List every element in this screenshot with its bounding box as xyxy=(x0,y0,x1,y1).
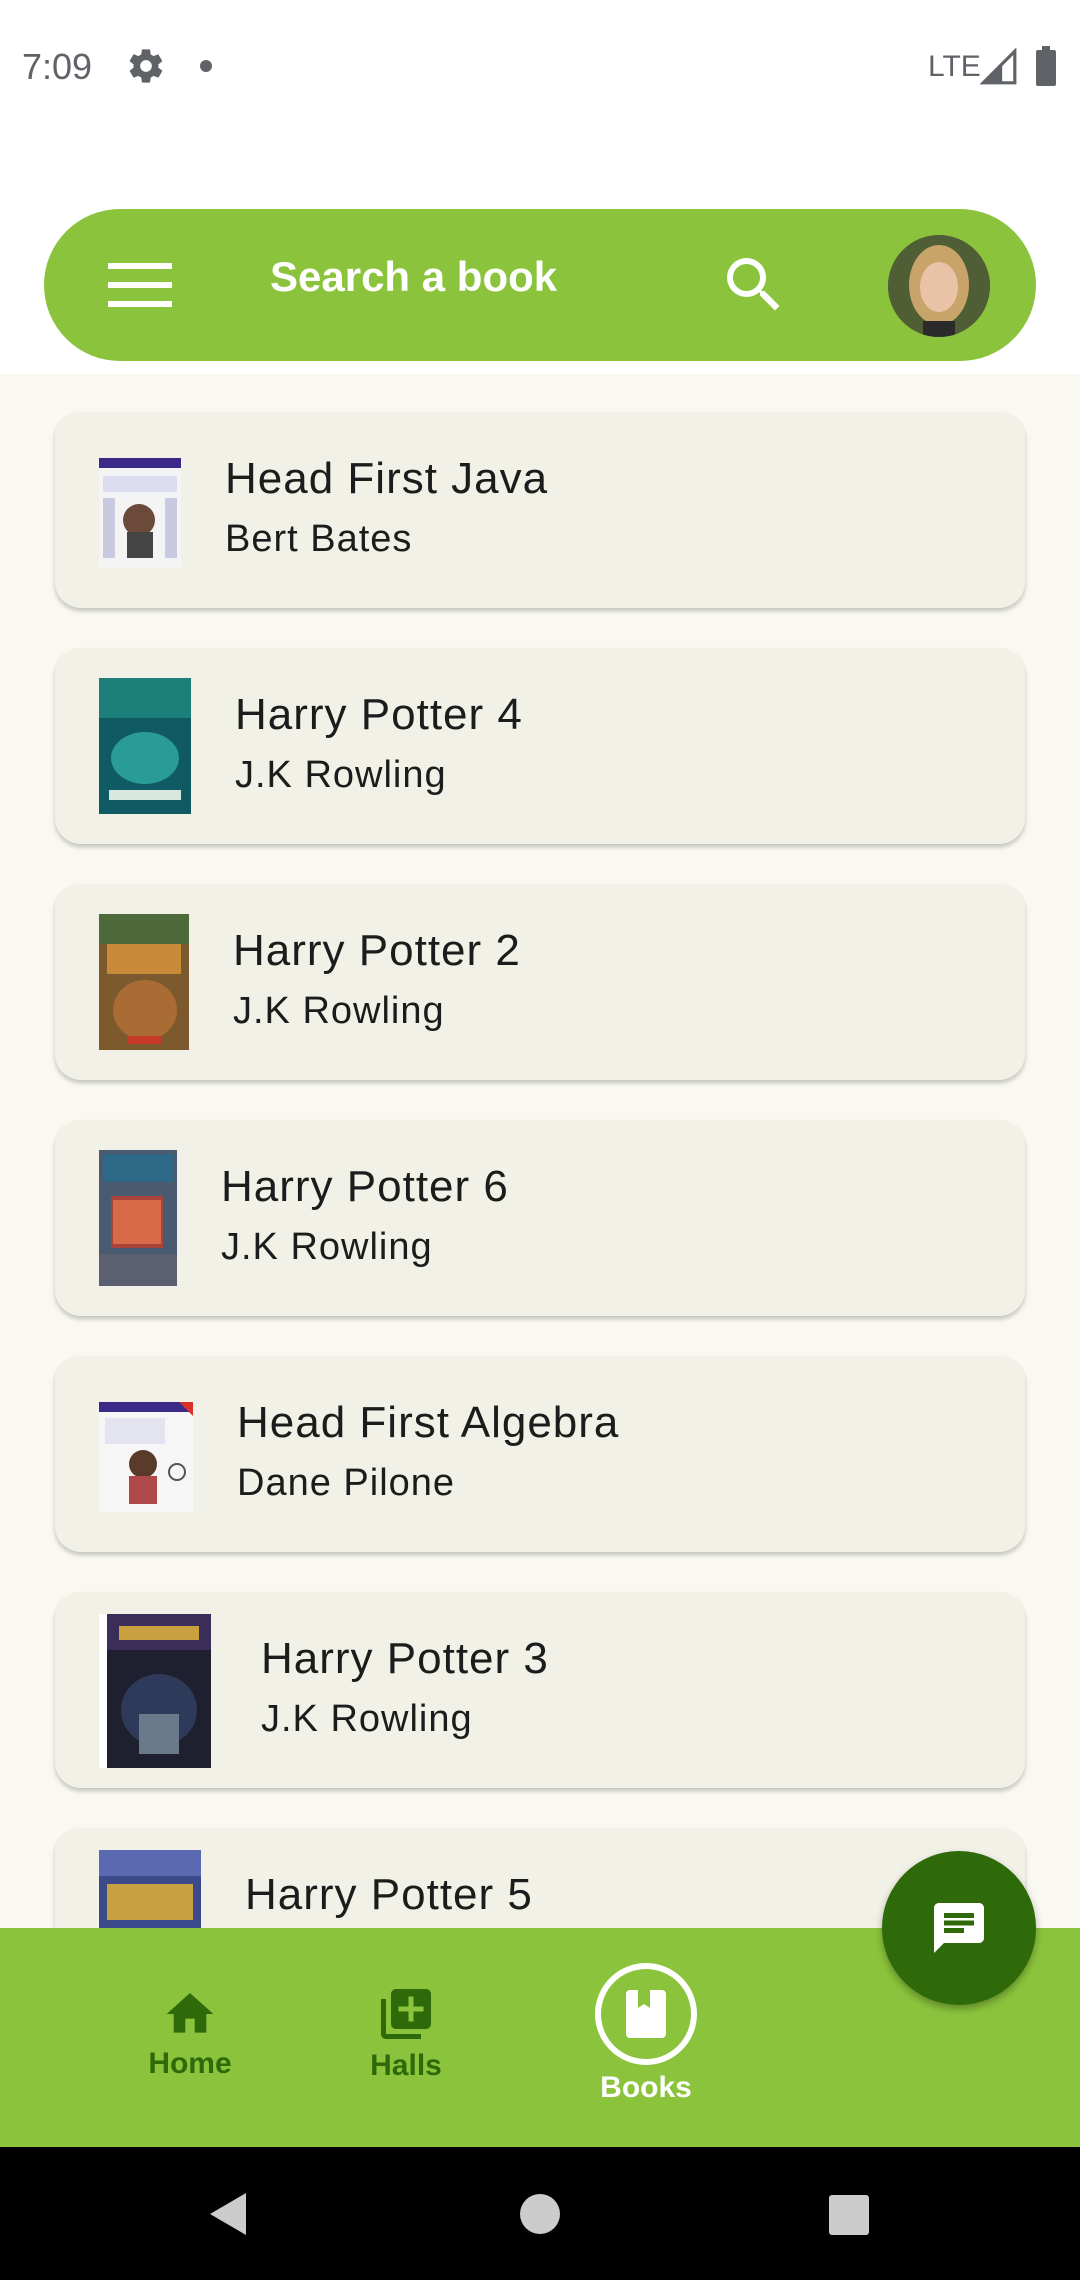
message-icon xyxy=(934,1903,984,1953)
avatar-image xyxy=(888,235,990,337)
book-author: Dane Pilone xyxy=(237,1462,456,1504)
recents-icon[interactable] xyxy=(829,2195,869,2235)
book-card[interactable]: Head First Java Bert Bates xyxy=(55,412,1025,608)
menu-icon[interactable] xyxy=(108,261,172,309)
search-input[interactable]: Search a book xyxy=(270,253,557,301)
book-title: Head First Algebra xyxy=(237,1398,620,1447)
book-card[interactable]: Head First Algebra Dane Pilone xyxy=(55,1356,1025,1552)
nav-label-halls: Halls xyxy=(370,2049,442,2082)
book-list[interactable]: Head First Java Bert Bates Harry Potter … xyxy=(0,374,1080,1928)
home-icon xyxy=(166,1993,214,2033)
search-icon[interactable] xyxy=(718,249,790,321)
nav-item-home[interactable]: Home xyxy=(130,1986,250,2081)
battery-icon xyxy=(1036,46,1056,86)
book-title: Harry Potter 3 xyxy=(261,1634,549,1683)
book-title: Harry Potter 6 xyxy=(221,1162,509,1211)
book-title: Head First Java xyxy=(225,454,549,503)
status-bar: 7:09 LTE xyxy=(0,0,1080,134)
book-card[interactable]: Harry Potter 4 J.K Rowling xyxy=(55,648,1025,844)
nav-label-home: Home xyxy=(148,2047,232,2080)
book-author: J.K Rowling xyxy=(261,1698,473,1740)
book-title: Harry Potter 4 xyxy=(235,690,523,739)
notification-dot-icon xyxy=(200,60,212,72)
book-cover-image xyxy=(99,1402,193,1512)
nav-item-books[interactable]: Books xyxy=(576,1962,716,2105)
book-cover-image xyxy=(99,1614,211,1768)
book-author: Bert Bates xyxy=(225,518,413,560)
book-cover-image xyxy=(99,1850,201,1928)
home-circle-icon[interactable] xyxy=(519,2193,561,2235)
book-icon xyxy=(595,1963,697,2065)
book-cover-image xyxy=(99,458,181,568)
book-card[interactable]: Harry Potter 5 xyxy=(55,1828,1025,1928)
book-author: J.K Rowling xyxy=(221,1226,433,1268)
back-icon[interactable] xyxy=(204,2189,254,2239)
book-cover-image xyxy=(99,678,191,814)
avatar[interactable] xyxy=(888,235,990,337)
gear-icon xyxy=(129,49,163,83)
book-title: Harry Potter 5 xyxy=(245,1870,533,1919)
nav-label-books: Books xyxy=(600,2071,692,2104)
network-type: LTE xyxy=(928,50,981,83)
search-bar[interactable]: Search a book xyxy=(44,209,1036,361)
book-cover-image xyxy=(99,1150,177,1286)
signal-icon xyxy=(980,48,1017,85)
status-time: 7:09 xyxy=(22,46,93,87)
nav-item-halls[interactable]: Halls xyxy=(346,1984,466,2083)
system-nav-bar xyxy=(0,2147,1080,2280)
book-title: Harry Potter 2 xyxy=(233,926,521,975)
add-library-icon xyxy=(381,1989,431,2039)
message-fab[interactable] xyxy=(882,1851,1036,2005)
book-author: J.K Rowling xyxy=(235,754,447,796)
book-card[interactable]: Harry Potter 6 J.K Rowling xyxy=(55,1120,1025,1316)
book-card[interactable]: Harry Potter 3 J.K Rowling xyxy=(55,1592,1025,1788)
book-author: J.K Rowling xyxy=(233,990,445,1032)
book-cover-image xyxy=(99,914,189,1050)
book-card[interactable]: Harry Potter 2 J.K Rowling xyxy=(55,884,1025,1080)
